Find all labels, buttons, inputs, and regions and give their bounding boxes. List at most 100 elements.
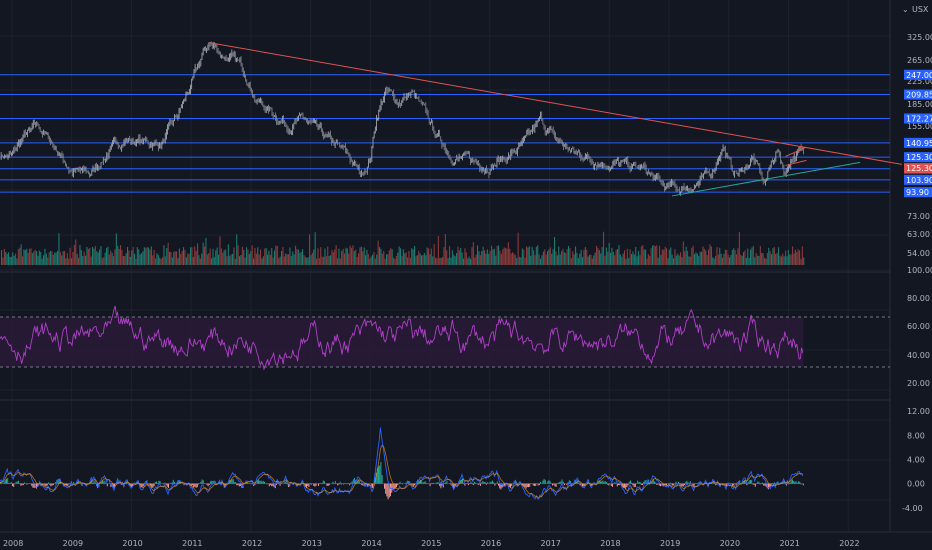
volume-bar <box>325 256 327 265</box>
macd-histogram-bar <box>168 483 169 488</box>
volume-bar <box>762 253 764 265</box>
macd-histogram-bar <box>684 483 685 485</box>
macd-histogram-bar <box>468 483 469 486</box>
macd-histogram-bar <box>170 482 172 484</box>
volume-bar <box>255 253 257 265</box>
volume-bar <box>671 254 673 265</box>
macd-histogram-bar <box>543 478 545 484</box>
macd-histogram-bar <box>13 483 15 487</box>
macd-histogram-bar <box>571 483 573 485</box>
volume-bar <box>342 248 344 265</box>
volume-bar <box>444 233 446 265</box>
volume-bar <box>282 246 284 265</box>
volume-bar <box>601 247 603 265</box>
volume-bar <box>324 248 326 265</box>
volume-bar <box>610 252 612 265</box>
macd-histogram-bar <box>757 481 759 484</box>
volume-bar <box>127 246 129 265</box>
macd-histogram-bar <box>93 480 95 484</box>
macd-histogram-bar <box>237 483 239 486</box>
volume-bar <box>295 245 297 265</box>
macd-histogram-bar <box>264 481 265 484</box>
macd-histogram-bar <box>426 483 427 484</box>
volume-bar <box>355 249 357 265</box>
volume-bar <box>264 248 266 265</box>
volume-bar <box>13 255 15 265</box>
volume-bar <box>797 249 799 265</box>
volume-bar <box>79 245 81 265</box>
macd-histogram-bar <box>487 482 489 484</box>
volume-bar <box>484 250 486 265</box>
volume-bar <box>708 249 710 265</box>
volume-bar <box>43 255 45 265</box>
volume-bar <box>696 253 698 265</box>
volume-bar <box>59 252 61 265</box>
volume-bar <box>604 255 606 265</box>
macd-histogram-bar <box>280 483 282 484</box>
macd-histogram-bar <box>685 481 687 484</box>
macd-histogram-bar <box>484 482 486 484</box>
volume-bar <box>790 254 792 265</box>
time-tick-2014: 2014 <box>361 539 381 548</box>
currency-chevron-icon[interactable]: ⌄ <box>902 5 909 14</box>
volume-bar <box>338 248 340 265</box>
macd-histogram-bar <box>314 483 316 487</box>
volume-bar <box>523 249 525 265</box>
volume-bar <box>344 253 346 265</box>
volume-bar <box>348 253 350 265</box>
volume-bar <box>178 248 180 265</box>
macd-histogram-bar <box>10 482 12 484</box>
macd-histogram-bar <box>627 483 629 486</box>
volume-bar <box>68 258 70 265</box>
volume-bar <box>31 253 33 265</box>
volume-bar <box>306 257 308 265</box>
macd-histogram-bar <box>603 481 605 484</box>
volume-bar <box>275 245 277 265</box>
volume-bar <box>244 257 246 265</box>
macd-histogram-bar <box>151 483 153 488</box>
volume-bar <box>437 236 439 265</box>
volume-bar <box>456 253 458 265</box>
macd-histogram-bar <box>438 482 439 484</box>
volume-bar <box>316 258 318 265</box>
volume-bar <box>488 253 490 265</box>
macd-histogram-bar <box>535 483 537 486</box>
volume-bar <box>737 248 739 265</box>
volume-bar <box>675 255 677 265</box>
volume-bar <box>748 257 750 265</box>
volume-bar <box>538 254 540 265</box>
macd-histogram-bar <box>654 481 655 484</box>
volume-bar <box>607 251 609 265</box>
volume-bar <box>489 250 491 265</box>
volume-bar <box>463 258 465 265</box>
time-tick-2022: 2022 <box>839 539 859 548</box>
volume-bar <box>640 246 642 265</box>
macd-histogram-bar <box>332 481 334 484</box>
volume-bar <box>775 253 777 265</box>
volume-bar <box>461 252 463 265</box>
time-tick-2016: 2016 <box>481 539 501 548</box>
volume-bar <box>85 255 87 265</box>
volume-bar <box>159 257 161 265</box>
volume-bar <box>170 251 172 265</box>
macd-histogram-bar <box>45 483 47 487</box>
macd-histogram-bar <box>51 483 53 486</box>
volume-bar <box>447 258 449 265</box>
volume-bar <box>146 246 148 265</box>
macd-histogram-bar <box>657 483 659 485</box>
macd-histogram-bar <box>788 483 790 485</box>
volume-bar <box>421 255 423 265</box>
volume-bar <box>223 250 225 265</box>
volume-bar <box>443 247 445 265</box>
volume-bar <box>747 248 749 265</box>
macd-histogram-bar <box>361 483 363 486</box>
macd-histogram-bar <box>724 483 726 485</box>
time-axis[interactable]: 2008 2009 2010 2011 2012 2013 2014 2015 2016 2017… <box>3 539 860 548</box>
volume-bar <box>572 251 574 265</box>
volume-bar <box>612 251 614 265</box>
macd-histogram-bar <box>150 483 151 486</box>
volume-bar <box>757 255 759 265</box>
macd-histogram-bar <box>429 483 431 487</box>
macd-histogram-bar <box>529 483 531 487</box>
volume-bar <box>582 257 584 265</box>
